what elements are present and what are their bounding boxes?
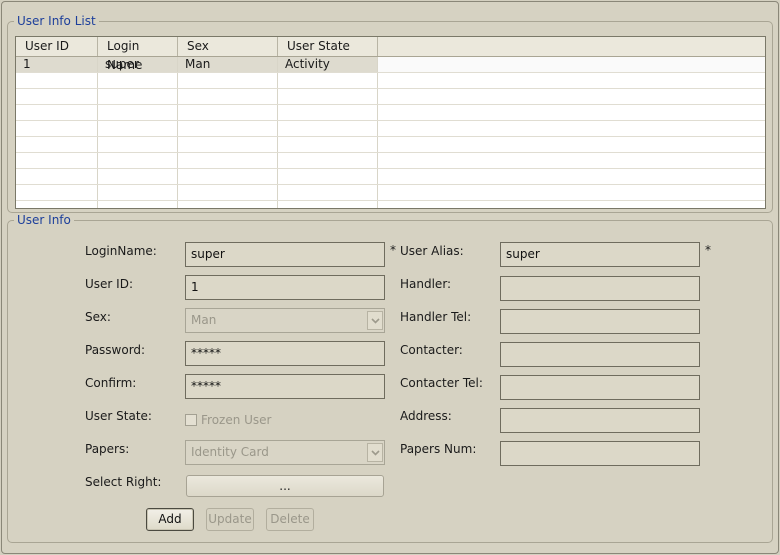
empty-row <box>16 185 765 201</box>
address-field[interactable] <box>500 408 700 433</box>
contacter-field[interactable] <box>500 342 700 367</box>
cell-filler <box>378 57 765 72</box>
address-label: Address: <box>400 409 452 423</box>
frozen-user-label: Frozen User <box>201 413 272 427</box>
chevron-down-icon[interactable] <box>367 311 383 330</box>
empty-row <box>16 153 765 169</box>
confirm-password-field[interactable]: ***** <box>185 374 385 399</box>
table-header: User ID Login Name Sex User State <box>16 37 765 72</box>
update-button[interactable]: Update <box>206 508 254 531</box>
user-alias-label: User Alias: <box>400 244 464 258</box>
password-field[interactable]: ***** <box>185 341 385 366</box>
sex-select[interactable]: Man <box>185 308 385 333</box>
contacter-tel-label: Contacter Tel: <box>400 376 483 390</box>
sex-label: Sex: <box>85 310 111 324</box>
user-info-title: User Info <box>14 213 74 227</box>
user-alias-field[interactable]: super <box>500 242 700 267</box>
cell-user-id: 1 <box>16 57 98 72</box>
empty-row <box>16 89 765 105</box>
empty-row <box>16 121 765 137</box>
contacter-label: Contacter: <box>400 343 463 357</box>
login-name-label: LoginName: <box>85 244 157 258</box>
cell-sex: Man <box>178 57 278 72</box>
papers-select[interactable]: Identity Card <box>185 440 385 465</box>
user-alias-required-mark: * <box>705 243 711 257</box>
login-name-field[interactable]: super <box>185 242 385 267</box>
user-id-label: User ID: <box>85 277 133 291</box>
select-right-label: Select Right: <box>85 475 162 489</box>
handler-field[interactable] <box>500 276 700 301</box>
handler-tel-label: Handler Tel: <box>400 310 472 324</box>
papers-select-value: Identity Card <box>191 445 269 459</box>
empty-row <box>16 137 765 153</box>
chevron-down-icon[interactable] <box>367 443 383 462</box>
login-name-required-mark: * <box>390 243 396 257</box>
user-state-label: User State: <box>85 409 152 423</box>
user-id-field[interactable]: 1 <box>185 275 385 300</box>
papers-label: Papers: <box>85 442 130 456</box>
column-header-filler <box>378 37 765 56</box>
frozen-user-checkbox[interactable] <box>185 414 197 426</box>
empty-row <box>16 169 765 185</box>
user-list-table[interactable]: User ID Login Name Sex User State 1 supe… <box>15 36 766 209</box>
empty-row <box>16 73 765 89</box>
delete-button[interactable]: Delete <box>266 508 314 531</box>
empty-row <box>16 105 765 121</box>
cell-user-state: Activity <box>278 57 378 72</box>
papers-num-field[interactable] <box>500 441 700 466</box>
column-header-user-id[interactable]: User ID <box>16 37 98 56</box>
empty-row <box>16 201 765 208</box>
handler-label: Handler: <box>400 277 452 291</box>
handler-tel-field[interactable] <box>500 309 700 334</box>
add-button[interactable]: Add <box>146 508 194 531</box>
select-right-button[interactable]: ... <box>186 475 384 497</box>
user-info-list-title: User Info List <box>14 14 99 28</box>
confirm-label: Confirm: <box>85 376 137 390</box>
column-header-sex[interactable]: Sex <box>178 37 278 56</box>
password-label: Password: <box>85 343 146 357</box>
column-header-login-name[interactable]: Login Name <box>98 37 178 72</box>
papers-num-label: Papers Num: <box>400 442 477 456</box>
contacter-tel-field[interactable] <box>500 375 700 400</box>
sex-select-value: Man <box>191 313 217 327</box>
column-header-user-state[interactable]: User State <box>278 37 378 56</box>
